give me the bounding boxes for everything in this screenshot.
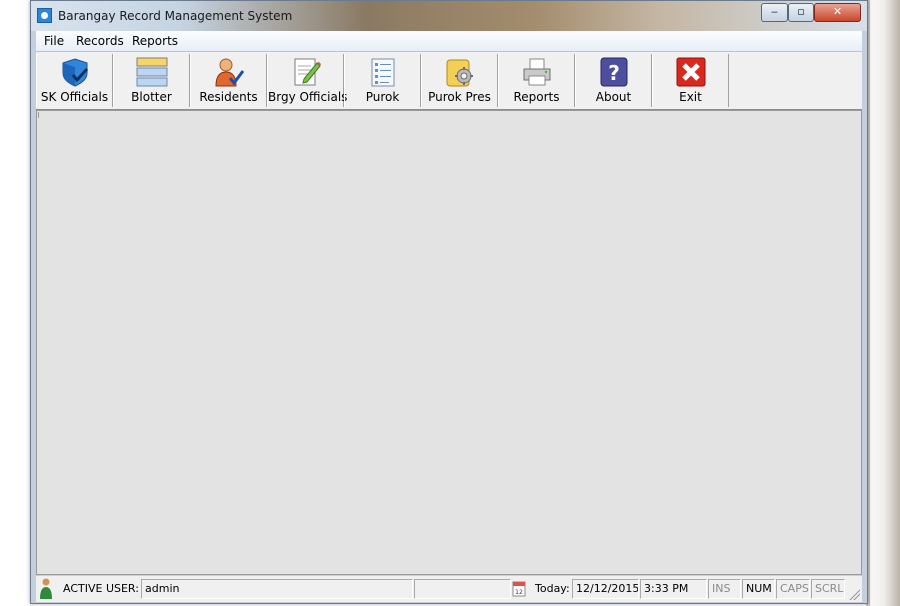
reports-label: Reports: [513, 90, 560, 104]
about-button[interactable]: ? About: [575, 54, 652, 107]
window-title: Barangay Record Management System: [58, 9, 293, 23]
title-bar[interactable]: Barangay Record Management System ‒ ▫ ✕: [31, 1, 867, 31]
document-pen-icon: [290, 57, 322, 87]
resize-grip[interactable]: [848, 588, 860, 600]
menu-file[interactable]: File: [44, 34, 64, 48]
caps-indicator: CAPS: [776, 579, 810, 599]
folder-gear-icon: [444, 57, 476, 87]
scrl-indicator: SCRL: [811, 579, 845, 599]
sk-officials-button[interactable]: SK Officials: [36, 54, 113, 107]
mdi-client-area[interactable]: [36, 110, 862, 575]
question-icon: ?: [598, 57, 630, 87]
menu-reports[interactable]: Reports: [132, 34, 178, 48]
client-corner-mark: [38, 112, 42, 118]
blotter-button[interactable]: Blotter: [113, 54, 190, 107]
toolbar: SK Officials Blotter Residents Brgy Offi…: [36, 52, 862, 110]
brgy-officials-button[interactable]: Brgy Officials: [267, 54, 348, 107]
purok-pres-button[interactable]: Purok Pres: [421, 54, 498, 107]
minimize-button[interactable]: ‒: [761, 3, 788, 22]
list-document-icon: [367, 57, 399, 87]
purok-button[interactable]: Purok: [344, 54, 421, 107]
app-clock-icon[interactable]: [37, 8, 52, 23]
shield-check-icon: [59, 57, 91, 87]
status-bar: ACTIVE USER: admin 12 Today: 12/12/2015 …: [36, 576, 862, 602]
svg-text:12: 12: [515, 589, 523, 596]
about-label: About: [595, 90, 632, 104]
close-x-icon: [675, 57, 707, 87]
ins-indicator: INS: [708, 579, 741, 599]
maximize-button[interactable]: ▫: [788, 3, 814, 22]
today-label: Today:: [535, 582, 570, 595]
purok-label: Purok: [365, 90, 400, 104]
residents-label: Residents: [199, 90, 258, 104]
exit-label: Exit: [679, 90, 702, 104]
menu-records[interactable]: Records: [76, 34, 124, 48]
stacked-records-icon: [136, 57, 168, 87]
exit-button[interactable]: Exit: [652, 54, 729, 107]
active-user-label: ACTIVE USER:: [63, 582, 139, 595]
status-empty-panel: [414, 579, 511, 599]
svg-text:?: ?: [608, 61, 620, 85]
main-window: Barangay Record Management System ‒ ▫ ✕ …: [30, 0, 868, 604]
residents-button[interactable]: Residents: [190, 54, 267, 107]
menu-bar: File Records Reports: [36, 31, 862, 52]
num-indicator: NUM: [742, 579, 775, 599]
reports-button[interactable]: Reports: [498, 54, 575, 107]
printer-icon: [521, 57, 553, 87]
purok-pres-label: Purok Pres: [428, 90, 491, 104]
time-value: 3:33 PM: [640, 579, 707, 599]
date-value: 12/12/2015: [572, 579, 639, 599]
active-user-value: admin: [141, 579, 413, 599]
brgy-officials-label: Brgy Officials: [268, 90, 348, 104]
calendar-icon: 12: [512, 580, 526, 598]
user-icon: [39, 578, 53, 600]
sk-officials-label: SK Officials: [40, 90, 109, 104]
close-button[interactable]: ✕: [814, 3, 861, 22]
blotter-label: Blotter: [131, 90, 172, 104]
person-check-icon: [213, 57, 245, 87]
